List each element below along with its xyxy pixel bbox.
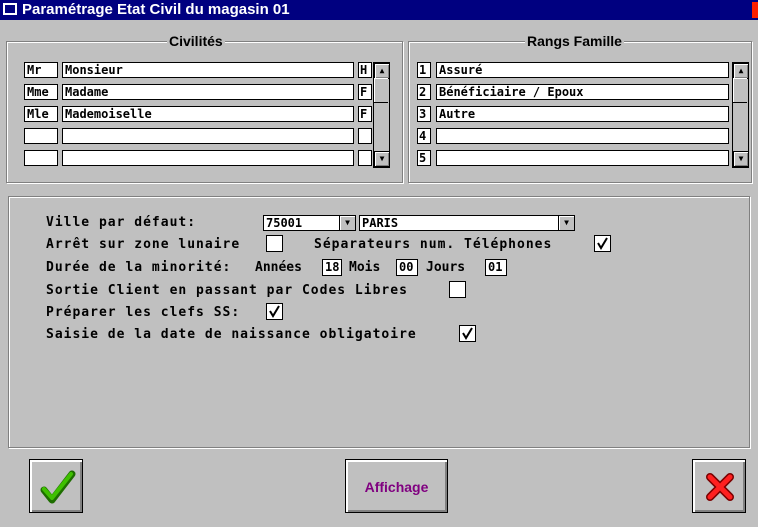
chevron-down-icon[interactable]: ▼ — [558, 216, 574, 230]
arret-label: Arrêt sur zone lunaire — [46, 237, 241, 252]
separateurs-checkbox[interactable] — [594, 235, 611, 252]
rang-label-field[interactable] — [436, 150, 729, 166]
annees-field[interactable]: 18 — [322, 259, 342, 276]
jours-field[interactable]: 01 — [485, 259, 507, 276]
civilite-code-field[interactable] — [24, 128, 58, 144]
mois-field[interactable]: 00 — [396, 259, 418, 276]
ok-button[interactable] — [29, 459, 83, 513]
minorite-label: Durée de la minorité: — [46, 260, 232, 275]
rangs-scrollbar[interactable]: ▲ ▼ — [732, 62, 749, 168]
rang-num-field[interactable]: 1 — [417, 62, 431, 78]
sortie-label: Sortie Client en passant par Codes Libre… — [46, 283, 408, 298]
scroll-down-icon[interactable]: ▼ — [374, 151, 390, 167]
clefs-checkbox[interactable] — [266, 303, 283, 320]
rang-num-field[interactable]: 2 — [417, 84, 431, 100]
civilite-code-field[interactable]: Mme — [24, 84, 58, 100]
civilite-label-field[interactable]: Mademoiselle — [62, 106, 354, 122]
close-icon[interactable] — [752, 2, 758, 18]
affichage-label: Affichage — [364, 479, 429, 495]
scroll-up-icon[interactable]: ▲ — [733, 63, 749, 79]
system-menu-icon[interactable] — [3, 3, 17, 15]
rang-num-field[interactable]: 4 — [417, 128, 431, 144]
ville-code-select[interactable]: 75001 ▼ — [263, 215, 356, 231]
scroll-down-icon[interactable]: ▼ — [733, 151, 749, 167]
civilite-label-field[interactable] — [62, 150, 354, 166]
civilite-code-field[interactable]: Mle — [24, 106, 58, 122]
ville-code-value: 75001 — [266, 216, 303, 230]
check-mark-icon — [269, 305, 280, 318]
ville-label: Ville par défaut: — [46, 215, 197, 230]
civilite-sex-field[interactable]: F — [358, 106, 372, 122]
jours-label: Jours — [426, 260, 466, 275]
clefs-label: Préparer les clefs SS: — [46, 305, 241, 320]
rang-label-field[interactable]: Assuré — [436, 62, 729, 78]
annees-label: Années — [255, 260, 302, 275]
rang-label-field[interactable]: Autre — [436, 106, 729, 122]
check-mark-icon — [462, 327, 473, 340]
scroll-thumb[interactable] — [733, 78, 747, 103]
rang-label-field[interactable]: Bénéficiaire / Epoux — [436, 84, 729, 100]
civilite-label-field[interactable]: Monsieur — [62, 62, 354, 78]
rang-num-field[interactable]: 5 — [417, 150, 431, 166]
chevron-down-icon[interactable]: ▼ — [339, 216, 355, 230]
cancel-button[interactable] — [692, 459, 746, 513]
scroll-up-icon[interactable]: ▲ — [374, 63, 390, 79]
civilite-code-field[interactable] — [24, 150, 58, 166]
separateurs-label: Séparateurs num. Téléphones — [314, 237, 553, 252]
arret-checkbox[interactable] — [266, 235, 283, 252]
civilite-label-field[interactable] — [62, 128, 354, 144]
mois-label: Mois — [349, 260, 381, 275]
civilite-sex-field[interactable] — [358, 128, 372, 144]
naissance-label: Saisie de la date de naissance obligatoi… — [46, 327, 417, 342]
close-icon — [706, 473, 734, 501]
civilite-code-field[interactable]: Mr — [24, 62, 58, 78]
civilite-label-field[interactable]: Madame — [62, 84, 354, 100]
checkmark-icon — [40, 470, 76, 504]
check-mark-icon — [597, 237, 608, 250]
rang-label-field[interactable] — [436, 128, 729, 144]
civilite-sex-field[interactable] — [358, 150, 372, 166]
scroll-thumb[interactable] — [374, 78, 388, 103]
civilite-sex-field[interactable]: F — [358, 84, 372, 100]
civilites-scrollbar[interactable]: ▲ ▼ — [373, 62, 390, 168]
civilites-legend: Civilités — [167, 33, 225, 49]
naissance-checkbox[interactable] — [459, 325, 476, 342]
ville-name-value: PARIS — [362, 216, 399, 230]
affichage-button[interactable]: Affichage — [345, 459, 448, 513]
sortie-checkbox[interactable] — [449, 281, 466, 298]
rangs-legend: Rangs Famille — [525, 33, 624, 49]
settings-group — [8, 196, 750, 448]
window-title: Paramétrage Etat Civil du magasin 01 — [22, 1, 290, 18]
rang-num-field[interactable]: 3 — [417, 106, 431, 122]
title-bar: Paramétrage Etat Civil du magasin 01 — [0, 0, 758, 20]
civilite-sex-field[interactable]: H — [358, 62, 372, 78]
ville-name-select[interactable]: PARIS ▼ — [359, 215, 575, 231]
